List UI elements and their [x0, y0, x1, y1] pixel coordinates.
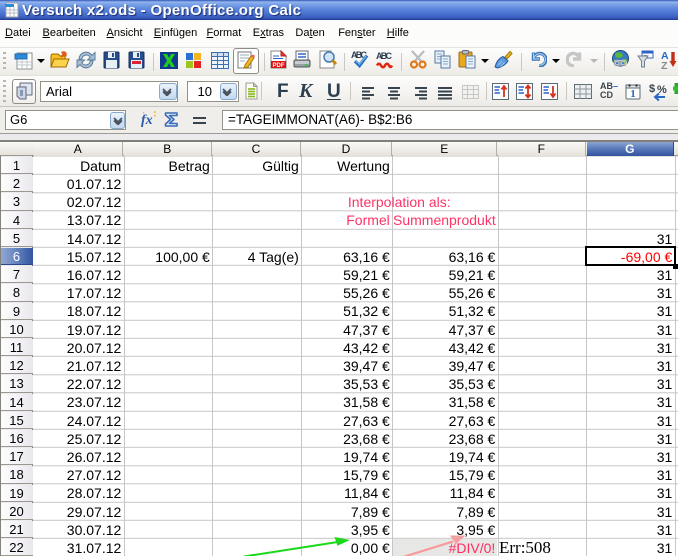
svg-text:fx: fx: [141, 113, 153, 128]
svg-text:PDF: PDF: [273, 63, 285, 69]
svg-text:$: $: [649, 83, 655, 95]
svg-text:1: 1: [630, 88, 636, 100]
svg-text:ABC: ABC: [376, 51, 393, 61]
svg-text:Z: Z: [661, 60, 668, 69]
